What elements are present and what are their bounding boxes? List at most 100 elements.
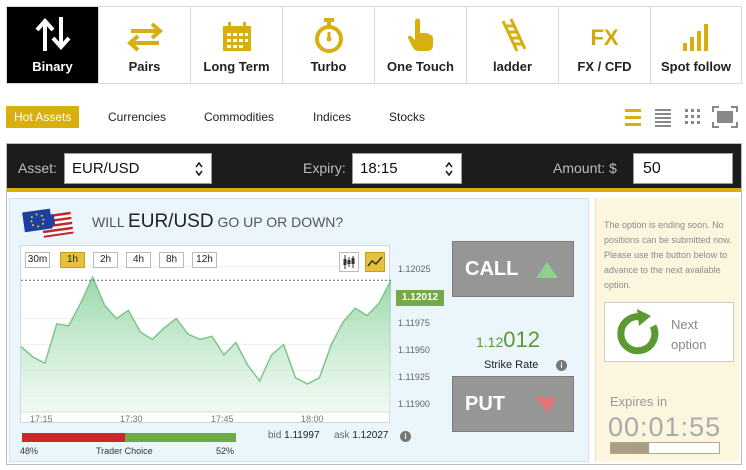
line-chart-icon[interactable] bbox=[365, 252, 385, 272]
grid-view-icon[interactable] bbox=[682, 106, 704, 128]
timeframe-4h[interactable]: 4h bbox=[126, 252, 151, 268]
binary-option-card: WILL EUR/USD GO UP OR DOWN? 30m 1h 2h 4h… bbox=[9, 198, 589, 462]
ask-label: ask bbox=[334, 430, 350, 441]
put-share-fill bbox=[22, 433, 125, 442]
category-currencies[interactable]: Currencies bbox=[108, 106, 166, 128]
tab-pairs[interactable]: Pairs bbox=[99, 7, 191, 83]
tab-turbo[interactable]: Turbo bbox=[283, 7, 375, 83]
tab-spot-follow[interactable]: Spot follow bbox=[651, 7, 741, 83]
put-label: PUT bbox=[465, 393, 505, 415]
tab-label: Turbo bbox=[310, 59, 347, 74]
trader-choice-label: Trader Choice bbox=[96, 446, 153, 456]
ask-rate: ask 1.12027 bbox=[334, 430, 389, 441]
trader-choice-bar bbox=[22, 433, 236, 442]
tab-binary[interactable]: Binary bbox=[7, 7, 99, 83]
expires-countdown: 00:01:55 bbox=[608, 412, 722, 442]
option-question: WILL EUR/USD GO UP OR DOWN? bbox=[92, 211, 343, 233]
asset-label: Asset: bbox=[18, 160, 57, 176]
bid-value: 1.11997 bbox=[284, 430, 320, 441]
up-arrow-icon bbox=[536, 262, 558, 278]
candlestick-icon[interactable] bbox=[339, 252, 359, 272]
question-post: GO UP OR DOWN? bbox=[217, 214, 344, 230]
x-tick: 18:00 bbox=[301, 414, 324, 424]
next-option-label: Next option bbox=[671, 317, 707, 352]
down-arrow-icon bbox=[536, 397, 558, 413]
call-button[interactable]: CALL bbox=[452, 241, 574, 297]
trading-panel: Asset: EUR/USD Expiry: 18:15 Amount: $ 5… bbox=[6, 143, 742, 465]
next-option-button[interactable]: Next option bbox=[604, 302, 734, 362]
expiry-select[interactable]: 18:15 bbox=[352, 153, 462, 184]
put-button[interactable]: PUT bbox=[452, 376, 574, 432]
call-percent: 52% bbox=[216, 446, 235, 456]
strike-prefix: 1.12 bbox=[476, 334, 504, 350]
stopwatch-icon bbox=[314, 18, 343, 53]
left-right-arrows-icon bbox=[126, 22, 163, 52]
view-switcher bbox=[622, 106, 738, 128]
fx-icon: FX bbox=[590, 25, 619, 50]
price-chart: 30m 1h 2h 4h 8h 12h bbox=[20, 245, 391, 423]
select-arrows-icon bbox=[195, 162, 203, 176]
ask-value: 1.12027 bbox=[352, 430, 389, 441]
fullscreen-icon[interactable] bbox=[712, 106, 738, 128]
tab-ladder[interactable]: ladder bbox=[467, 7, 559, 83]
x-tick: 17:30 bbox=[120, 414, 143, 424]
eu-us-flag-icon bbox=[22, 208, 74, 238]
strike-main: 012 bbox=[503, 327, 540, 352]
put-percent: 48% bbox=[20, 446, 39, 456]
category-indices[interactable]: Indices bbox=[313, 106, 351, 128]
info-icon[interactable]: i bbox=[400, 431, 411, 442]
list-view-icon[interactable] bbox=[622, 106, 644, 128]
tab-label: FX / CFD bbox=[577, 59, 632, 74]
up-down-arrows-icon bbox=[35, 17, 70, 51]
refresh-arrow-icon bbox=[617, 309, 659, 355]
call-label: CALL bbox=[465, 258, 519, 280]
price-area-chart bbox=[21, 266, 391, 413]
option-ending-message: The option is ending soon. No positions … bbox=[604, 220, 732, 290]
current-price-tag: 1.12012 bbox=[396, 290, 444, 306]
category-commodities[interactable]: Commodities bbox=[204, 106, 274, 128]
expiry-progress-bar bbox=[610, 442, 720, 454]
strike-rate-value: 1.12012 bbox=[476, 327, 540, 353]
y-tick: 1.11925 bbox=[398, 372, 430, 382]
pointing-hand-icon bbox=[407, 18, 433, 51]
tab-label: Binary bbox=[32, 59, 73, 74]
timeframe-30m[interactable]: 30m bbox=[25, 252, 50, 268]
call-share-fill bbox=[124, 433, 236, 442]
tab-label: One Touch bbox=[387, 59, 454, 74]
expiry-label: Expiry: bbox=[303, 160, 346, 176]
tab-fx-cfd[interactable]: FX FX / CFD bbox=[559, 7, 651, 83]
tab-one-touch[interactable]: One Touch bbox=[375, 7, 467, 83]
tab-label: Pairs bbox=[128, 59, 161, 74]
y-tick: 1.11950 bbox=[398, 345, 430, 355]
tab-label: Long Term bbox=[203, 59, 270, 74]
calendar-icon bbox=[222, 22, 251, 51]
amount-input[interactable]: 50 bbox=[633, 153, 733, 184]
info-icon[interactable]: i bbox=[556, 360, 567, 371]
category-stocks[interactable]: Stocks bbox=[389, 106, 425, 128]
select-arrows-icon bbox=[445, 162, 453, 176]
y-tick: 1.12025 bbox=[398, 264, 431, 274]
x-tick: 17:45 bbox=[211, 414, 234, 424]
compact-list-icon[interactable] bbox=[652, 106, 674, 128]
question-pre: WILL bbox=[92, 214, 125, 230]
x-tick: 17:15 bbox=[30, 414, 53, 424]
ladder-icon bbox=[501, 18, 526, 52]
expiry-progress-fill bbox=[611, 443, 649, 453]
timeframe-8h[interactable]: 8h bbox=[159, 252, 184, 268]
asset-select[interactable]: EUR/USD bbox=[64, 153, 212, 184]
category-hot-assets[interactable]: Hot Assets bbox=[6, 106, 80, 128]
timeframe-12h[interactable]: 12h bbox=[192, 252, 217, 268]
timeframe-2h[interactable]: 2h bbox=[93, 252, 118, 268]
tab-label: ladder bbox=[492, 59, 532, 74]
question-asset: EUR/USD bbox=[128, 211, 214, 232]
y-tick: 1.11900 bbox=[398, 399, 430, 409]
tab-label: Spot follow bbox=[660, 59, 732, 74]
timeframe-1h[interactable]: 1h bbox=[60, 252, 85, 268]
bar-chart-icon bbox=[683, 24, 708, 51]
tab-long-term[interactable]: Long Term bbox=[191, 7, 283, 83]
asset-value: EUR/USD bbox=[72, 160, 140, 177]
expires-label: Expires in bbox=[610, 394, 668, 409]
asset-category-bar: Hot Assets Currencies Commodities Indice… bbox=[6, 106, 742, 128]
amount-label: Amount: $ bbox=[553, 160, 617, 176]
bid-rate: bid 1.11997 bbox=[268, 430, 320, 441]
